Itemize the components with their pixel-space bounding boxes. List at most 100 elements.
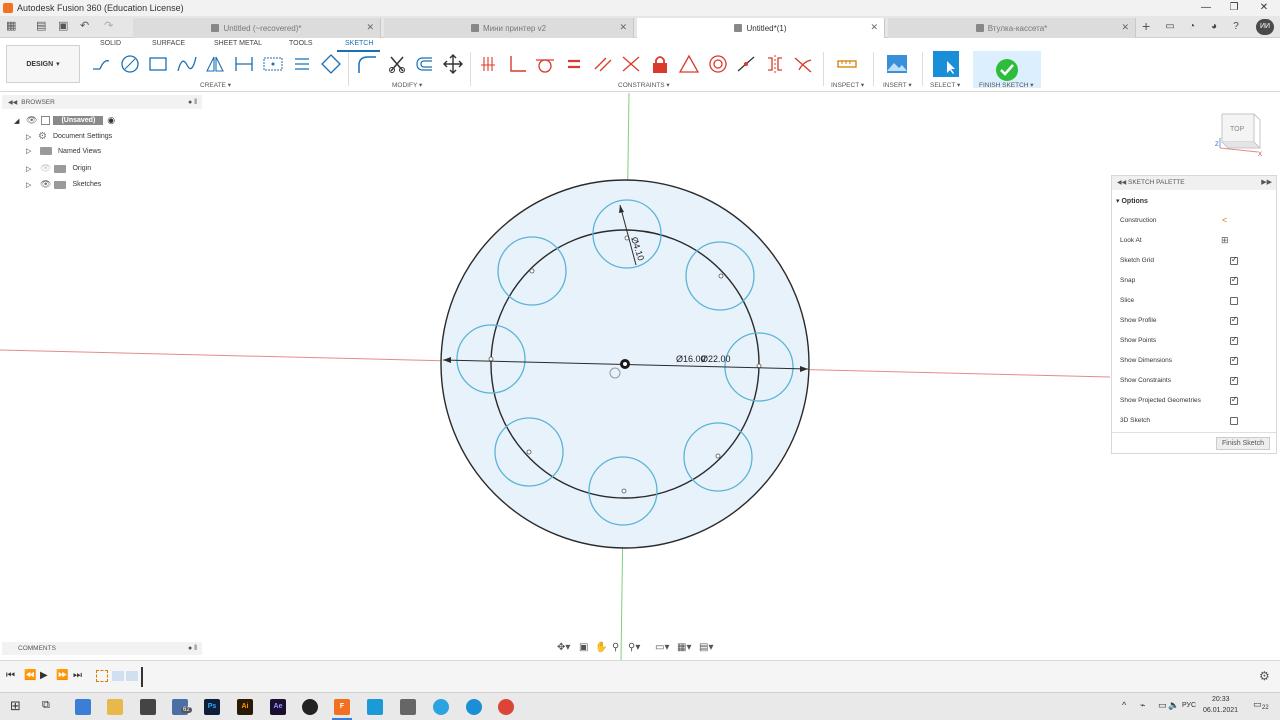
tangent-constraint-icon[interactable]	[534, 53, 556, 75]
visibility-eye-icon[interactable]: 👁	[40, 163, 51, 174]
concentric-constraint-icon[interactable]	[707, 53, 729, 75]
show-projected-geometries-checkbox[interactable]	[1230, 395, 1238, 405]
look-at-icon[interactable]: ▣	[579, 642, 588, 653]
language-indicator[interactable]: РУС	[1182, 702, 1196, 709]
browser-item-sketches[interactable]: ▷ 👁 Sketches	[26, 179, 101, 190]
expand-arrow-icon[interactable]: ▷	[26, 133, 34, 141]
timeline-settings-gear-icon[interactable]: ⚙	[1259, 669, 1270, 683]
tab-solid[interactable]: SOLID	[100, 40, 121, 47]
slice-checkbox[interactable]	[1230, 297, 1238, 305]
show-constraints-checkbox[interactable]	[1230, 375, 1238, 385]
viewports-icon[interactable]: ▤▾	[699, 642, 713, 653]
chrome-icon[interactable]	[498, 699, 514, 715]
grid-settings-icon[interactable]: ▦▾	[677, 642, 691, 653]
equal-constraint-icon[interactable]	[563, 53, 585, 75]
spline-tool-icon[interactable]	[176, 53, 198, 75]
timeline-feature-icon[interactable]	[126, 671, 138, 681]
volume-icon[interactable]: 🔈	[1168, 700, 1179, 711]
show-profile-checkbox[interactable]	[1230, 315, 1238, 325]
save-icon[interactable]: ▣	[58, 19, 68, 32]
messages-icon[interactable]: ▭	[1163, 20, 1177, 34]
select-tool-icon[interactable]	[933, 51, 959, 77]
expand-arrow-icon[interactable]: ▷	[26, 147, 34, 155]
photoshop-icon[interactable]: Ps	[204, 699, 220, 715]
restore-button[interactable]: ❐	[1220, 0, 1248, 16]
perpendicular-constraint-icon[interactable]	[506, 53, 528, 75]
file-menu-icon[interactable]: ▤	[36, 19, 46, 32]
sketch-canvas[interactable]: Ø16.00 Ø22.00 Ø4.10	[0, 93, 1280, 660]
redo-icon[interactable]: ↷	[104, 19, 113, 32]
orbit-icon[interactable]: ✥▾	[557, 642, 570, 653]
help-icon[interactable]: ?	[1229, 20, 1243, 34]
symmetry-constraint-icon[interactable]	[764, 53, 786, 75]
browser-root-item[interactable]: ◢ 👁 (Unsaved) ◉	[14, 115, 115, 126]
doc-tab-3[interactable]: Untitled*(1) ✕	[637, 18, 885, 38]
network-icon[interactable]: ⌁	[1140, 700, 1145, 711]
edge-icon[interactable]	[466, 699, 482, 715]
line-tool-icon[interactable]	[90, 53, 112, 75]
insert-image-icon[interactable]	[886, 53, 908, 75]
app-grid-icon[interactable]: ▦	[6, 19, 16, 32]
browser-item-document-settings[interactable]: ▷ ⚙ Document Settings	[26, 131, 112, 142]
comments-panel[interactable]: COMMENTS ● ‖	[2, 642, 202, 655]
tab-tools[interactable]: TOOLS	[289, 40, 313, 47]
project-tool-icon[interactable]	[291, 53, 313, 75]
fix-constraint-icon[interactable]	[649, 53, 671, 75]
fillet-tool-icon[interactable]	[356, 53, 378, 75]
dimension-d22[interactable]: Ø22.00	[701, 354, 731, 364]
doc-tab-4[interactable]: Втулка-кассета* ✕	[888, 18, 1136, 38]
sketch-grid-checkbox[interactable]	[1230, 255, 1238, 265]
clock-date[interactable]: 06.01.2021	[1203, 707, 1238, 714]
obs-icon[interactable]	[302, 699, 318, 715]
expand-panel-icon[interactable]: ▶▶	[1261, 176, 1272, 190]
expand-arrow-icon[interactable]: ◢	[14, 117, 22, 125]
new-tab-icon[interactable]: +	[1142, 18, 1150, 34]
browser-item-named-views[interactable]: ▷ Named Views	[26, 147, 101, 155]
coincident-constraint-icon[interactable]	[478, 53, 500, 75]
move-tool-icon[interactable]	[442, 53, 464, 75]
tray-chevron-icon[interactable]: ^	[1122, 700, 1126, 710]
fusion360-taskbar-icon[interactable]: F	[334, 699, 350, 715]
folder-icon[interactable]	[107, 699, 123, 715]
sketch-palette-header[interactable]: ◀◀ SKETCH PALETTE ▶▶	[1112, 176, 1276, 190]
user-avatar[interactable]: ИИ	[1256, 19, 1274, 35]
go-to-start-icon[interactable]: ⏮	[6, 670, 15, 681]
windows-start-icon[interactable]: ⊞	[10, 698, 21, 714]
show-dimensions-checkbox[interactable]	[1230, 355, 1238, 365]
doc-tab-1[interactable]: Untitled (~recovered)* ✕	[133, 18, 381, 38]
store-icon[interactable]	[140, 699, 156, 715]
modify-menu[interactable]: MODIFY ▾	[392, 81, 422, 89]
mirror-tool-icon[interactable]	[204, 53, 226, 75]
tab-sketch[interactable]: SKETCH	[345, 40, 373, 47]
triangle-constraint-icon[interactable]	[678, 53, 700, 75]
offset-tool-icon[interactable]	[414, 53, 436, 75]
after-effects-icon[interactable]: Ae	[270, 699, 286, 715]
file-explorer-icon[interactable]	[75, 699, 91, 715]
pin-icon[interactable]: ● ‖	[188, 642, 197, 655]
finish-sketch-menu[interactable]: FINISH SKETCH ▾	[979, 81, 1034, 89]
timeline-marker[interactable]	[141, 667, 143, 687]
text-tool-icon[interactable]	[262, 53, 284, 75]
close-tab-icon[interactable]: ✕	[619, 22, 627, 33]
midpoint-constraint-icon[interactable]	[620, 53, 642, 75]
pan-hand-icon[interactable]: ✋	[595, 642, 607, 653]
workspace-switcher[interactable]: DESIGN ▾	[6, 45, 80, 83]
display-icon[interactable]: ▭	[1158, 700, 1167, 711]
curvature-constraint-icon[interactable]	[792, 53, 814, 75]
3d-sketch-checkbox[interactable]	[1230, 417, 1238, 425]
rectangle-tool-icon[interactable]	[147, 53, 169, 75]
select-menu[interactable]: SELECT ▾	[930, 81, 960, 89]
close-tab-icon[interactable]: ✕	[366, 22, 374, 33]
zoom-icon[interactable]: ⚲	[612, 642, 619, 653]
zoom-window-icon[interactable]: ⚲▾	[628, 642, 640, 653]
trim-tool-icon[interactable]	[386, 53, 408, 75]
tab-sheet-metal[interactable]: SHEET METAL	[214, 40, 262, 47]
visibility-eye-icon[interactable]: 👁	[40, 179, 51, 190]
browser-item-origin[interactable]: ▷ 👁 Origin	[26, 163, 91, 174]
collapse-arrow-icon[interactable]: ◀◀	[1117, 176, 1126, 190]
go-to-end-icon[interactable]: ⏭	[73, 670, 82, 681]
snap-checkbox[interactable]	[1230, 275, 1238, 285]
polygon-tool-icon[interactable]	[320, 53, 342, 75]
view-cube[interactable]: TOP X Z	[1214, 108, 1268, 158]
create-menu[interactable]: CREATE ▾	[200, 81, 231, 89]
